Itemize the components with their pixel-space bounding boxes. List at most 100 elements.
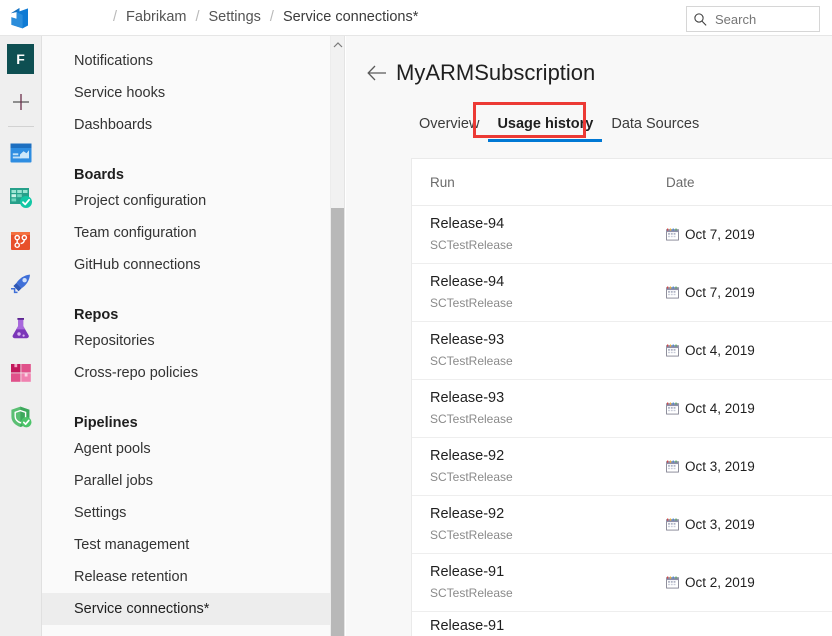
- sidebar-item-github-connections[interactable]: GitHub connections: [42, 249, 344, 281]
- tab-usage-history[interactable]: Usage history: [488, 115, 603, 142]
- active-tab-underline: [488, 139, 603, 142]
- tab-usage-history-label: Usage history: [497, 115, 594, 132]
- cell-run: Release-91 SCTestRelease: [430, 562, 666, 604]
- cell-date: Oct 3, 2019: [666, 459, 814, 474]
- sidebar-item-parallel-jobs[interactable]: Parallel jobs: [42, 465, 344, 497]
- sidebar-item-team-configuration[interactable]: Team configuration: [42, 217, 344, 249]
- cell-date: Oct 2, 2019: [666, 575, 814, 590]
- table-row[interactable]: Release-92 SCTestRelease Oct 3, 2019: [412, 438, 832, 496]
- run-pipeline-name: SCTestRelease: [430, 296, 513, 311]
- tab-overview[interactable]: Overview: [410, 116, 488, 132]
- table-row[interactable]: Release-91 SCTestRelease Oct 2, 2019: [412, 554, 832, 612]
- sidebar-item-service-hooks[interactable]: Service hooks: [42, 77, 344, 109]
- search-icon: [694, 12, 707, 26]
- chevron-up-icon: [333, 41, 343, 47]
- sidebar-item-repositories[interactable]: Repositories: [42, 325, 344, 357]
- project-avatar[interactable]: F: [7, 44, 34, 74]
- table-row[interactable]: Release-93 SCTestRelease Oct 4, 2019: [412, 380, 832, 438]
- main-content: MyARMSubscription Overview Usage history…: [346, 36, 832, 636]
- sidebar-item-test-management[interactable]: Test management: [42, 529, 344, 561]
- table-row[interactable]: Release-93 SCTestRelease Oct 4, 2019: [412, 322, 832, 380]
- calendar-icon: [666, 460, 679, 473]
- breadcrumb-item-settings[interactable]: Settings: [209, 10, 261, 25]
- run-name[interactable]: Release-92: [430, 446, 666, 468]
- tab-bar: Overview Usage history Data Sources: [346, 99, 832, 142]
- cell-run: Release-92 SCTestRelease: [430, 446, 666, 488]
- tab-data-sources[interactable]: Data Sources: [602, 116, 708, 132]
- back-button[interactable]: [364, 60, 390, 86]
- table-row[interactable]: Release-94 SCTestRelease Oct 7, 2019: [412, 206, 832, 264]
- table-row[interactable]: Release-92 SCTestRelease Oct 3, 2019: [412, 496, 832, 554]
- rail-item-boards[interactable]: [5, 181, 37, 213]
- back-arrow-icon: [367, 65, 386, 81]
- run-date: Oct 4, 2019: [685, 343, 755, 358]
- run-name[interactable]: Release-91: [430, 616, 666, 636]
- column-header-date[interactable]: Date: [666, 175, 814, 190]
- detail-header: MyARMSubscription: [346, 36, 832, 86]
- sidebar-item-notifications[interactable]: Notifications: [42, 45, 344, 77]
- run-pipeline-name: SCTestRelease: [430, 586, 513, 601]
- calendar-icon: [666, 518, 679, 531]
- run-name[interactable]: Release-93: [430, 330, 666, 352]
- table-row[interactable]: Release-91: [412, 612, 832, 636]
- add-new-button[interactable]: [5, 86, 37, 118]
- run-name[interactable]: Release-93: [430, 388, 666, 410]
- calendar-icon: [666, 344, 679, 357]
- page-title: MyARMSubscription: [396, 60, 596, 85]
- run-name[interactable]: Release-94: [430, 214, 666, 236]
- sidebar-scrollbar[interactable]: [330, 36, 344, 636]
- artifacts-icon: [10, 364, 31, 382]
- sidebar-group-pipelines: Pipelines: [74, 415, 138, 431]
- cell-date: Oct 3, 2019: [666, 517, 814, 532]
- sidebar-item-dashboards[interactable]: Dashboards: [42, 109, 344, 141]
- project-icon-rail: F: [0, 36, 42, 636]
- run-name[interactable]: Release-94: [430, 272, 666, 294]
- top-bar: / Fabrikam / Settings / Service connecti…: [0, 0, 832, 36]
- run-date: Oct 3, 2019: [685, 517, 755, 532]
- column-header-run[interactable]: Run: [430, 175, 666, 190]
- search-input[interactable]: [715, 11, 813, 27]
- rail-item-repos[interactable]: [5, 225, 37, 257]
- usage-history-table: Run Date Release-94 SCTestRelease Oct 7, …: [411, 158, 832, 636]
- run-pipeline-name: SCTestRelease: [430, 412, 513, 427]
- breadcrumb-item-service-connections[interactable]: Service connections*: [283, 10, 418, 25]
- rail-item-security[interactable]: [5, 401, 37, 433]
- sidebar-item-agent-pools[interactable]: Agent pools: [42, 433, 344, 465]
- run-name[interactable]: Release-91: [430, 562, 666, 584]
- sidebar-group-boards: Boards: [74, 167, 124, 183]
- security-icon: [10, 406, 31, 428]
- rail-item-pipelines[interactable]: [5, 269, 37, 301]
- breadcrumb-separator-2: /: [269, 9, 274, 26]
- azure-devops-logo[interactable]: [0, 0, 42, 36]
- boards-icon: [9, 188, 32, 208]
- rail-item-test-plans[interactable]: [5, 313, 37, 345]
- repos-icon: [10, 232, 30, 250]
- run-date: Oct 4, 2019: [685, 401, 755, 416]
- sidebar-item-settings[interactable]: Settings: [42, 497, 344, 529]
- test-plans-icon: [12, 318, 29, 339]
- cell-run: Release-92 SCTestRelease: [430, 504, 666, 546]
- run-pipeline-name: SCTestRelease: [430, 470, 513, 485]
- breadcrumb-item-organization[interactable]: Fabrikam: [126, 10, 186, 25]
- cell-date: Oct 7, 2019: [666, 227, 814, 242]
- calendar-icon: [666, 286, 679, 299]
- plus-icon: [12, 94, 29, 110]
- pipelines-icon: [10, 274, 30, 294]
- table-row[interactable]: Release-94 SCTestRelease Oct 7, 2019: [412, 264, 832, 322]
- sidebar-item-project-configuration[interactable]: Project configuration: [42, 185, 344, 217]
- calendar-icon: [666, 402, 679, 415]
- breadcrumb-separator-1: /: [195, 9, 200, 26]
- run-date: Oct 3, 2019: [685, 459, 755, 474]
- scrollbar-thumb[interactable]: [331, 208, 344, 636]
- sidebar-item-release-retention[interactable]: Release retention: [42, 561, 344, 593]
- rail-item-artifacts[interactable]: [5, 357, 37, 389]
- scrollbar-up-button[interactable]: [331, 36, 344, 53]
- app-root: / Fabrikam / Settings / Service connecti…: [0, 0, 832, 636]
- run-name[interactable]: Release-92: [430, 504, 666, 526]
- sidebar-item-cross-repo-policies[interactable]: Cross-repo policies: [42, 357, 344, 389]
- search-box[interactable]: [686, 6, 820, 32]
- table-body: Release-94 SCTestRelease Oct 7, 2019 Relea…: [412, 206, 832, 636]
- calendar-icon: [666, 576, 679, 589]
- sidebar-item-service-connections[interactable]: Service connections*: [42, 593, 344, 625]
- rail-item-overview[interactable]: [5, 137, 37, 169]
